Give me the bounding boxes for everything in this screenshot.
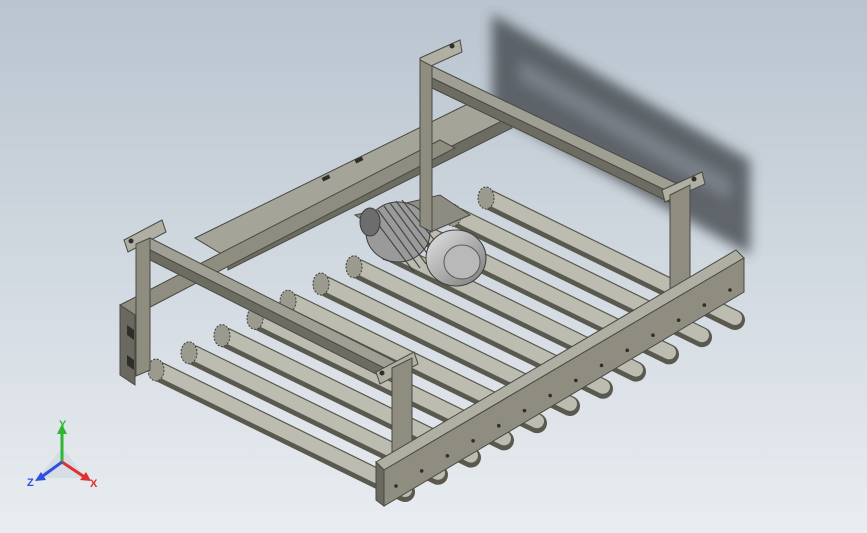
sprocket-icon [477, 186, 495, 210]
rail-hole [471, 438, 475, 443]
rail-hole [496, 423, 501, 428]
x-axis-label: X [90, 478, 98, 490]
rail-hole [599, 363, 604, 368]
rail-hole [625, 348, 630, 353]
rail-hole [728, 288, 732, 292]
z-axis-label: Z [27, 477, 34, 489]
sprocket-icon [180, 341, 198, 365]
sprocket-icon [213, 324, 231, 348]
y-axis-label: Y [59, 419, 67, 431]
rail-hole [676, 318, 681, 322]
sprocket-icon [312, 272, 330, 296]
rail-hole [651, 333, 655, 338]
rail-hole [548, 393, 552, 398]
rail-hole [702, 303, 707, 307]
rail-hole [574, 378, 578, 383]
model-canvas[interactable]: Y X Z [0, 0, 867, 533]
rail-hole [419, 469, 424, 473]
3d-viewport[interactable]: Y X Z [0, 0, 867, 533]
rail-hole [445, 454, 450, 458]
rail-hole [394, 484, 398, 488]
rail-hole [522, 408, 527, 413]
sprocket-icon [345, 255, 363, 279]
